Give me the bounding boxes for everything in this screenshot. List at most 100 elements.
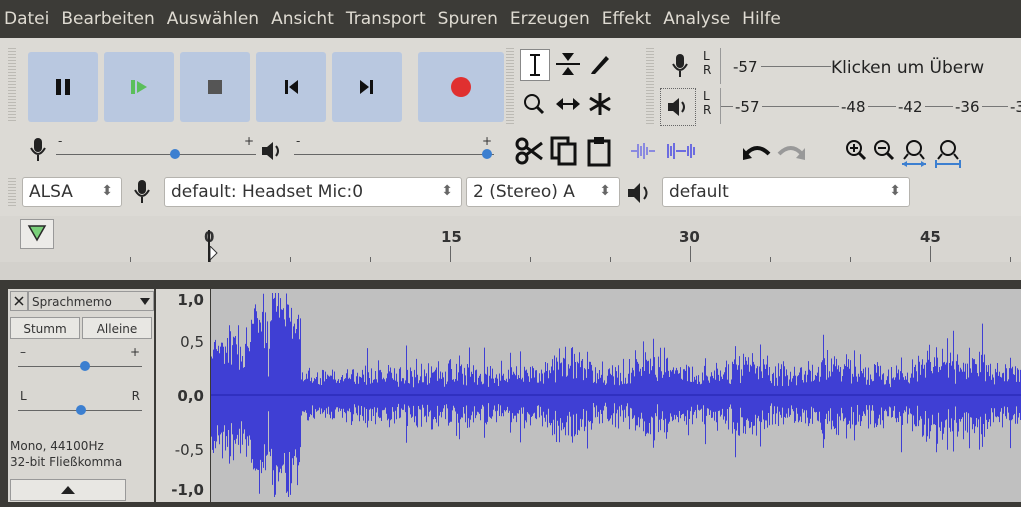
record-meter[interactable]: L R -57 Klicken um Überw [658, 48, 1021, 86]
recording-device-select[interactable]: default: Headset Mic:0 ⬍ [164, 177, 462, 207]
solo-button[interactable]: Alleine [82, 317, 152, 339]
pin-play-head-button[interactable] [20, 219, 54, 249]
waveform-area[interactable] [211, 289, 1021, 502]
trim-icon[interactable] [630, 141, 656, 161]
zoom-out-icon[interactable] [872, 138, 896, 164]
playback-meter[interactable]: L R -57 -48 -42 -36 -3 [658, 88, 1021, 126]
menu-auswaehlen[interactable]: Auswählen [161, 9, 265, 29]
timeline-separator [0, 262, 1021, 280]
close-track-button[interactable] [10, 291, 28, 311]
zoom-tool[interactable] [520, 89, 548, 119]
track-name: Sprachmemo [32, 295, 112, 309]
menu-ansicht[interactable]: Ansicht [265, 9, 340, 29]
transport-toolbar [28, 52, 504, 122]
track-control-panel: Sprachmemo Stumm Alleine – + L R Mono, 4… [8, 289, 154, 502]
envelope-tool[interactable] [554, 49, 582, 79]
record-volume-thumb[interactable] [170, 149, 180, 159]
double-arrow-icon [556, 98, 580, 110]
meter-grip[interactable] [646, 48, 654, 126]
ruler-label-15: 15 [441, 228, 462, 246]
pan-left-label: L [20, 389, 27, 403]
record-volume-slider[interactable]: - + [56, 134, 256, 164]
zoom-in-icon[interactable] [844, 138, 868, 164]
asterisk-icon [589, 93, 611, 115]
audio-host-select[interactable]: ALSA ⬍ [22, 177, 122, 207]
menu-analyse[interactable]: Analyse [657, 9, 736, 29]
playback-device-select[interactable]: default ⬍ [662, 177, 910, 207]
amp-label-neg-0-5: -0,5 [174, 441, 204, 459]
stop-button[interactable] [180, 52, 250, 122]
record-meter-scale: -57 Klicken um Überw [720, 48, 1021, 84]
pause-icon [56, 79, 70, 95]
playback-tick-3: -3 [1008, 98, 1021, 116]
collapse-track-button[interactable] [10, 479, 126, 501]
playback-tick-48: -48 [839, 98, 868, 116]
play-icon [131, 80, 147, 94]
playback-meter-l: L [703, 89, 710, 103]
gain-max-label: + [129, 345, 140, 359]
paste-icon[interactable] [586, 135, 612, 167]
menu-effekt[interactable]: Effekt [596, 9, 657, 29]
playback-meter-scale: -57 -48 -42 -36 -3 [720, 88, 1021, 124]
mixer-toolbar: - + - + [10, 134, 505, 168]
playback-volume-slider[interactable]: - + [294, 134, 494, 164]
undo-icon[interactable] [742, 140, 772, 162]
toolbar-grip[interactable] [8, 48, 16, 122]
menu-bearbeiten[interactable]: Bearbeiten [55, 9, 160, 29]
redo-icon[interactable] [776, 140, 806, 162]
ruler-label-45: 45 [920, 228, 941, 246]
skip-to-end-button[interactable] [332, 52, 402, 122]
mute-button[interactable]: Stumm [10, 317, 80, 339]
recording-device-value: default: Headset Mic:0 [171, 182, 364, 202]
fit-project-icon[interactable] [934, 138, 962, 168]
record-volume-max: + [243, 134, 254, 148]
amp-label-0: 0,0 [177, 387, 204, 405]
pan-slider[interactable]: L R [18, 389, 142, 417]
time-shift-tool[interactable] [554, 89, 582, 119]
gain-slider[interactable]: – + [18, 345, 142, 373]
tools-grip[interactable] [506, 48, 514, 126]
pause-button[interactable] [28, 52, 98, 122]
menu-hilfe[interactable]: Hilfe [736, 9, 787, 29]
device-grip[interactable] [8, 178, 16, 208]
copy-icon[interactable] [550, 136, 578, 166]
multi-tool[interactable] [586, 89, 614, 119]
menu-spuren[interactable]: Spuren [432, 9, 504, 29]
gain-thumb[interactable] [80, 361, 90, 371]
speaker-icon [668, 98, 685, 116]
amp-label-1: 1,0 [177, 291, 204, 309]
pan-right-label: R [131, 389, 140, 403]
menu-transport[interactable]: Transport [340, 9, 432, 29]
track-name-menu[interactable]: Sprachmemo [28, 291, 154, 311]
skip-end-icon [360, 80, 373, 94]
waveform [211, 293, 1021, 497]
mute-label: Stumm [23, 322, 67, 336]
playback-meter-r: R [703, 103, 712, 117]
speaker-icon [628, 183, 648, 203]
triangle-up-icon [61, 486, 75, 494]
microphone-icon [30, 138, 46, 161]
record-meter-value: -57 [733, 58, 758, 76]
menu-erzeugen[interactable]: Erzeugen [504, 9, 596, 29]
recording-channels-select[interactable]: 2 (Stereo) A ⬍ [466, 177, 620, 207]
close-icon [14, 296, 24, 306]
draw-tool[interactable] [586, 49, 614, 79]
play-button[interactable] [104, 52, 174, 122]
dropdown-triangle-icon [140, 298, 150, 305]
playback-volume-thumb[interactable] [482, 149, 492, 159]
record-meter-hint: Klicken um Überw [831, 58, 985, 78]
record-button[interactable] [418, 52, 504, 122]
amplitude-ruler[interactable]: 1,0 0,5 0,0 -0,5 -1,0 [156, 289, 210, 502]
silence-icon[interactable] [666, 141, 696, 161]
timeline-ruler[interactable]: 0 15 30 45 [0, 216, 1021, 262]
cut-icon[interactable] [514, 136, 544, 166]
fit-selection-icon[interactable] [900, 138, 928, 168]
meters: L R -57 Klicken um Überw L R -57 -48 -42… [658, 46, 1021, 128]
menu-bar: Datei Bearbeiten Auswählen Ansicht Trans… [0, 0, 1021, 38]
record-meter-r: R [703, 63, 712, 77]
menu-datei[interactable]: Datei [0, 9, 55, 29]
pan-thumb[interactable] [76, 405, 86, 415]
selection-tool[interactable] [520, 49, 550, 81]
pencil-icon [591, 56, 609, 74]
skip-to-start-button[interactable] [256, 52, 326, 122]
